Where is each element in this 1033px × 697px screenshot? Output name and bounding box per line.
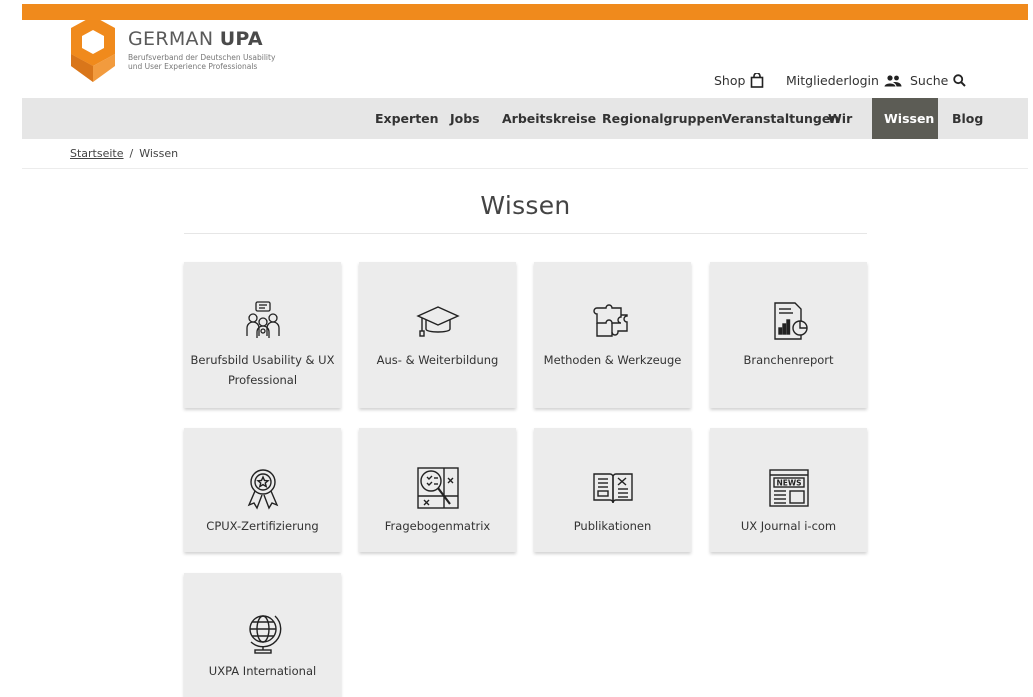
nav-item-wissen[interactable]: Wissen xyxy=(872,98,938,139)
users-icon xyxy=(884,74,902,86)
tile-cpux-zertifizierung[interactable]: CPUX-Zertifizierung xyxy=(184,428,341,552)
tile-label: Publikationen xyxy=(573,519,652,533)
brand-subtitle-line1: Berufsverband der Deutschen Usability xyxy=(128,53,276,62)
nav-item-wir[interactable]: Wir xyxy=(816,98,864,139)
logo-mark-icon xyxy=(71,16,115,82)
tile-label: Methoden & Werkzeuge xyxy=(543,353,682,367)
newspaper-icon: NEWS xyxy=(768,469,809,507)
tile-ux-journal[interactable]: NEWS UX Journal i-com xyxy=(710,428,867,552)
shopping-bag-icon xyxy=(751,73,764,88)
tile-label: Branchenreport xyxy=(743,353,834,367)
tile-uxpa-international[interactable]: UXPA International xyxy=(184,573,341,697)
title-divider xyxy=(184,233,867,234)
tile-methoden-werkzeuge[interactable]: Methoden & Werkzeuge xyxy=(534,262,691,408)
award-ribbon-icon xyxy=(247,469,278,510)
site-logo[interactable]: GERMAN UPA Berufsverband der Deutschen U… xyxy=(68,14,328,86)
breadcrumb-home-link[interactable]: Startseite xyxy=(70,147,124,160)
main-navigation: Experten Jobs Arbeitskreise Regionalgrup… xyxy=(22,98,1028,139)
brand-name-bold: UPA xyxy=(219,28,263,50)
graduation-cap-icon xyxy=(415,306,460,337)
brand-name-light: GERMAN xyxy=(128,28,220,50)
tile-label: Fragebogenmatrix xyxy=(384,519,491,533)
news-icon-text: NEWS xyxy=(776,479,801,488)
tile-fragebogenmatrix[interactable]: Fragebogenmatrix xyxy=(359,428,516,552)
open-book-icon xyxy=(592,473,633,504)
member-login-label: Mitgliederlogin xyxy=(786,73,879,88)
breadcrumb-current: Wissen xyxy=(139,147,179,160)
breadcrumb: Startseite / Wissen xyxy=(70,147,178,160)
breadcrumb-separator: / xyxy=(129,147,134,160)
search-link[interactable]: Suche xyxy=(910,73,967,88)
shop-link-label: Shop xyxy=(714,73,746,88)
nav-item-blog[interactable]: Blog xyxy=(940,98,995,139)
tile-label: Berufsbild Usability & UX Professional xyxy=(190,353,335,387)
brand-subtitle-line2: und User Experience Professionals xyxy=(128,62,258,71)
tile-label: CPUX-Zertifizierung xyxy=(206,519,319,533)
brand-name: GERMAN UPA xyxy=(128,28,263,50)
nav-item-jobs[interactable]: Jobs xyxy=(438,98,492,139)
magnifier-checklist-icon xyxy=(416,467,459,509)
search-icon xyxy=(953,74,967,87)
page-title: Wissen xyxy=(480,191,571,220)
tile-label: UX Journal i-com xyxy=(740,519,837,533)
shop-link[interactable]: Shop xyxy=(714,73,764,88)
search-link-label: Suche xyxy=(910,73,949,88)
tile-berufsbild[interactable]: Berufsbild Usability & UX Professional xyxy=(184,262,341,408)
tile-label: Aus- & Weiterbildung xyxy=(376,353,499,367)
puzzle-icon xyxy=(592,304,628,337)
tile-label: UXPA International xyxy=(208,664,317,678)
member-login-link[interactable]: Mitgliederlogin xyxy=(786,73,902,88)
breadcrumb-divider xyxy=(22,168,1028,169)
globe-icon xyxy=(248,615,281,654)
tile-publikationen[interactable]: Publikationen xyxy=(534,428,691,552)
tile-branchenreport[interactable]: Branchenreport xyxy=(710,262,867,408)
tile-aus-weiterbildung[interactable]: Aus- & Weiterbildung xyxy=(359,262,516,408)
people-discussion-icon xyxy=(245,301,280,338)
report-chart-icon xyxy=(773,302,808,340)
